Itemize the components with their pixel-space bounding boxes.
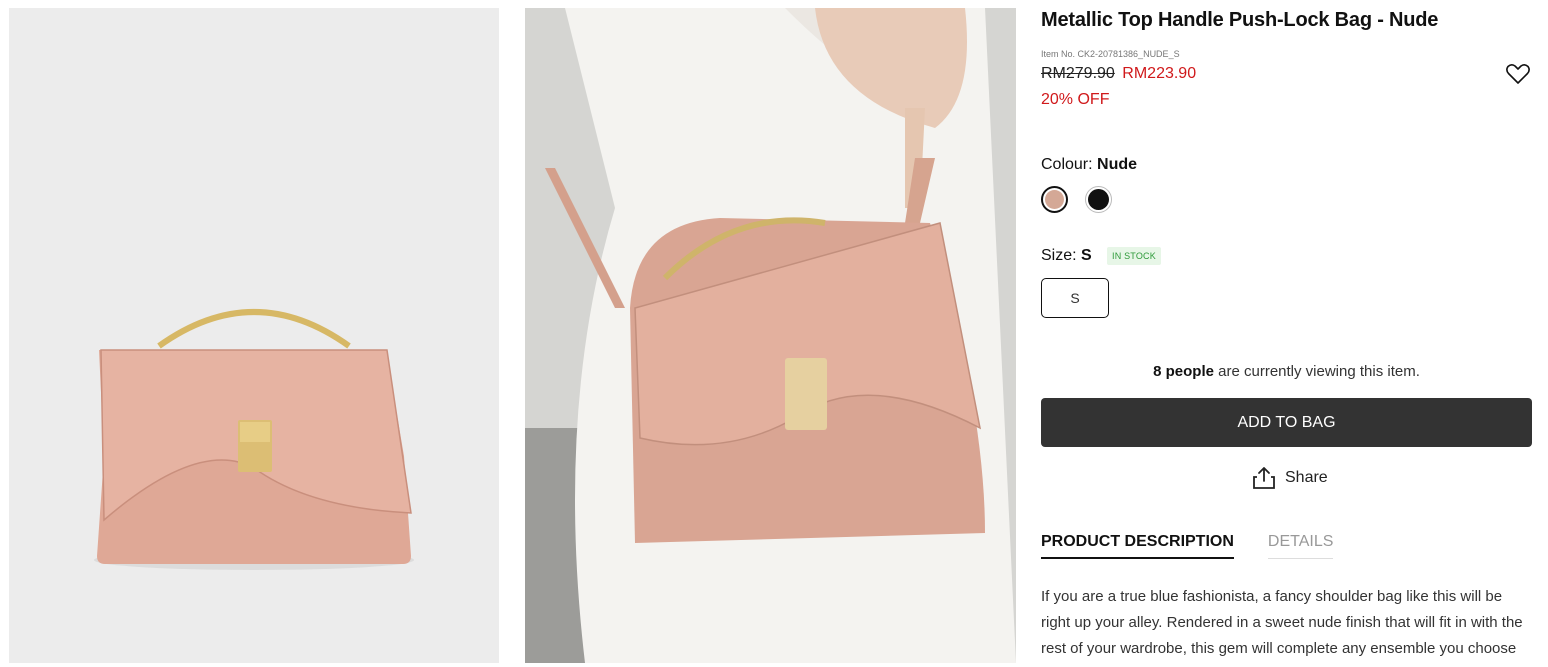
product-info-panel: Metallic Top Handle Push-Lock Bag - Nude…: [1041, 0, 1532, 667]
item-number: Item No. CK2-20781386_NUDE_S: [1041, 49, 1180, 59]
price-row: RM279.90 RM223.90: [1041, 65, 1196, 83]
size-selected: S: [1081, 247, 1092, 264]
share-label: Share: [1285, 469, 1328, 486]
share-icon: [1253, 467, 1275, 489]
size-option-s[interactable]: S: [1041, 278, 1109, 318]
colour-swatch-nude[interactable]: [1041, 186, 1068, 213]
colour-selected: Nude: [1097, 156, 1138, 173]
size-label: Size: S: [1041, 247, 1092, 264]
tab-product-description[interactable]: PRODUCT DESCRIPTION: [1041, 533, 1234, 559]
product-title: Metallic Top Handle Push-Lock Bag - Nude: [1041, 9, 1439, 31]
wishlist-button[interactable]: [1504, 60, 1532, 88]
bag-model-illustration: [525, 8, 1016, 663]
viewing-count: 8 people are currently viewing this item…: [1153, 363, 1420, 380]
product-description: If you are a true blue fashionista, a fa…: [1041, 588, 1523, 657]
description-tabs: PRODUCT DESCRIPTION DETAILS: [1041, 533, 1532, 559]
product-image-front[interactable]: [9, 8, 499, 663]
colour-swatch-black[interactable]: [1085, 186, 1112, 213]
stock-badge: IN STOCK: [1107, 247, 1161, 265]
tab-details[interactable]: DETAILS: [1267, 533, 1334, 559]
colour-label: Colour: Nude: [1041, 156, 1138, 173]
share-button[interactable]: Share: [1251, 465, 1328, 491]
bag-front-illustration: [9, 8, 499, 663]
original-price: RM279.90: [1041, 65, 1115, 82]
product-image-model[interactable]: [525, 8, 1016, 663]
add-to-bag-button[interactable]: ADD TO BAG: [1041, 398, 1532, 447]
heart-icon: [1506, 64, 1530, 84]
discount-label: 20% OFF: [1041, 91, 1110, 108]
sale-price: RM223.90: [1122, 65, 1197, 82]
